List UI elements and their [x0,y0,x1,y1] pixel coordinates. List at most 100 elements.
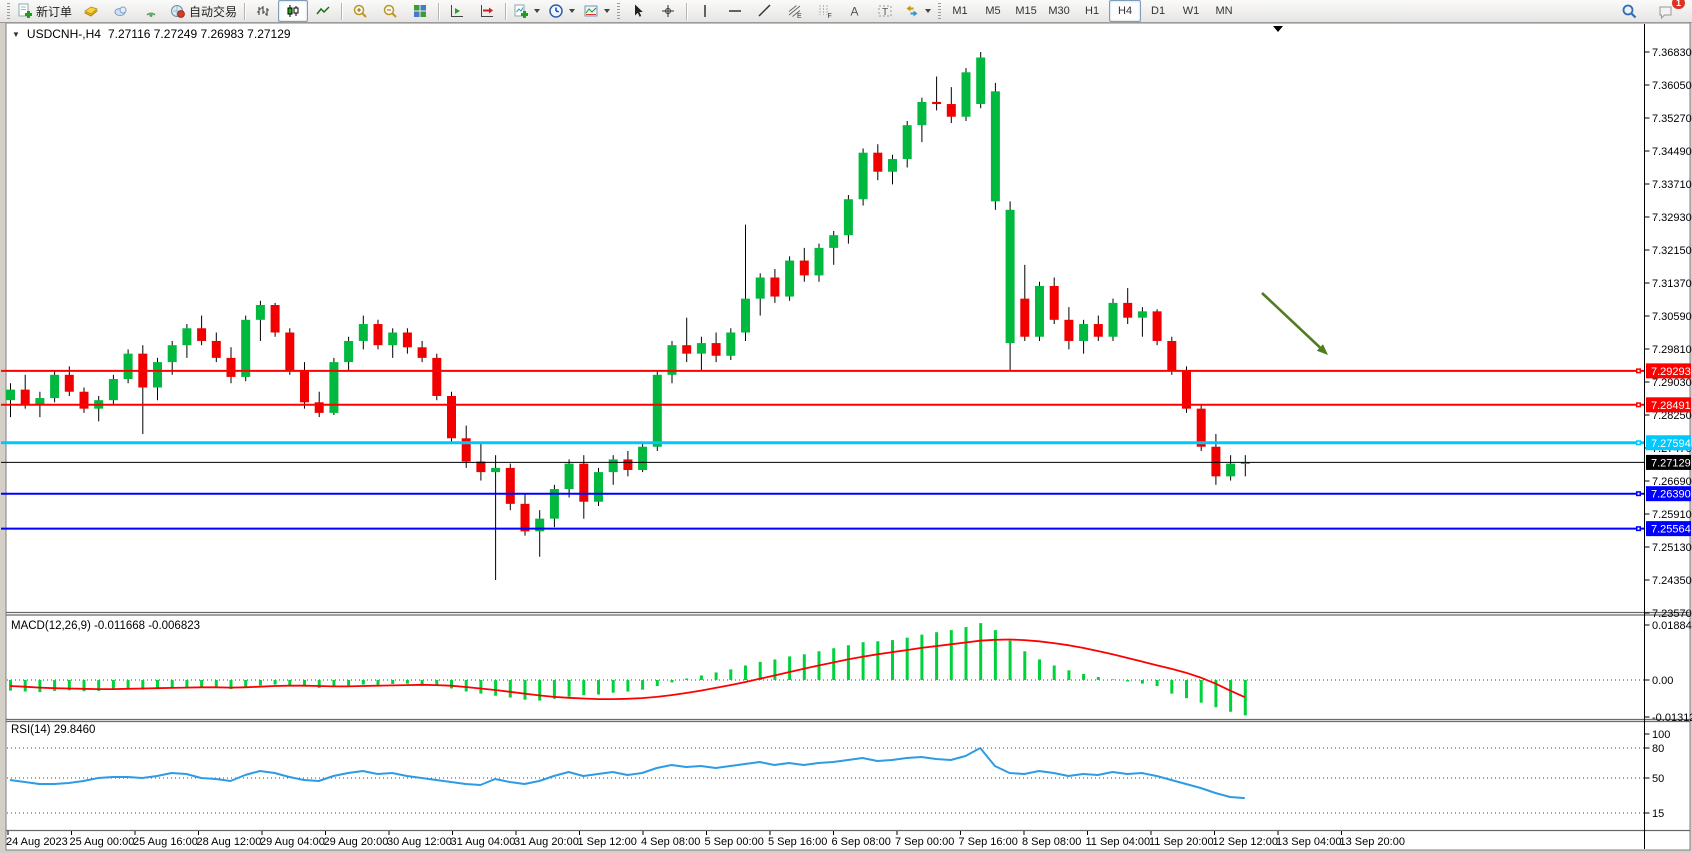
macd-axis-label: 0.01884 [1652,620,1692,632]
trendline-button[interactable] [750,0,780,22]
candle-body-down [462,438,471,461]
macd-axis: 0.01884 0.00 -0.01312 [1645,620,1692,724]
text-tool-button[interactable]: A [840,0,870,22]
candle-body-up [256,305,265,320]
candle-body-up [344,341,353,362]
current-price-line-price-label: 7.27129 [1651,457,1691,469]
toolbar-grip[interactable] [617,3,620,20]
autotrading-button[interactable]: 自动交易 [166,0,241,22]
candle-body-up [329,362,338,413]
timeframe-button-M15[interactable]: M15 [1010,0,1042,22]
rsi-line [10,748,1245,798]
market-watch-button[interactable] [76,0,106,22]
timeframe-button-H1[interactable]: H1 [1076,0,1108,22]
macd-axis-label: -0.01312 [1652,712,1692,724]
timeframe-button-M1[interactable]: M1 [944,0,976,22]
crosshair-button[interactable] [653,0,683,22]
zoom-in-button[interactable] [345,0,375,22]
candle-body-up [888,159,897,172]
macd-axis-label: 0.00 [1652,675,1673,687]
candle-body-down [1197,409,1206,447]
zoom-out-button[interactable] [375,0,405,22]
signals-button[interactable] [136,0,166,22]
horizontal-line-button[interactable] [720,0,750,22]
horizontal-line-icon [727,3,743,19]
resistance-line-1-price-label: 7.29293 [1651,366,1691,378]
trendline-icon [757,3,773,19]
support-line-2-handle[interactable] [1636,526,1641,531]
candle-body-up [903,125,912,159]
mt4-application: { "toolbar": { "new_order_label": "新订单",… [0,0,1692,853]
pivot-line-handle[interactable] [1636,440,1641,445]
horizontal-line-objects: 7.292937.284917.275947.271297.263907.255… [1,363,1691,536]
auto-scroll-button[interactable] [442,0,472,22]
bar-chart-button[interactable] [248,0,278,22]
line-chart-button[interactable] [308,0,338,22]
search-button[interactable] [1614,0,1644,22]
support-line-1-price-label: 7.26390 [1651,489,1691,501]
time-axis-label: 5 Sep 00:00 [705,836,764,848]
support-line-1-handle[interactable] [1636,491,1641,496]
chart-canvas[interactable]: 7.368307.360507.352707.344907.337107.329… [0,0,1692,853]
timeframe-button-H4[interactable]: H4 [1109,0,1141,22]
candle-body-down [374,324,383,345]
tile-windows-button[interactable] [405,0,435,22]
current-price-line-price-tag [1646,455,1691,470]
candle-body-up [109,379,118,400]
metaeditor-button[interactable] [106,0,136,22]
candle-body-up [976,58,985,105]
new-chart-button[interactable] [509,0,544,22]
candle-body-up [594,472,603,502]
toolbar-grip[interactable] [7,3,10,20]
window-marker-icon [1273,26,1283,32]
cursor-icon [630,3,646,19]
dropdown-caret-icon [569,9,575,13]
candle-body-up [726,333,735,356]
fibonacci-button[interactable]: E [780,0,810,22]
templates-button[interactable] [579,0,614,22]
time-axis: 24 Aug 202325 Aug 00:0025 Aug 16:0028 Au… [6,831,1405,848]
candle-body-up [829,235,838,248]
price-axis-label: 7.27470 [1652,443,1692,455]
candle-body-down [80,392,89,409]
timeframe-button-MN[interactable]: MN [1208,0,1240,22]
vertical-line-icon [697,3,713,19]
fibonacci-icon: E [787,3,803,19]
arrows-tool-button[interactable] [900,0,935,22]
candle-body-down [315,402,324,413]
candle-body-down [1050,286,1059,320]
new-order-button[interactable]: 新订单 [13,0,76,22]
timeframe-button-D1[interactable]: D1 [1142,0,1174,22]
candle-body-down [623,459,632,470]
candle-body-up [359,324,368,341]
candle-body-down [932,102,941,104]
rsi-indicator-label: RSI(14) 29.8460 [11,724,95,736]
dropdown-caret-icon [925,9,931,13]
timeframe-button-W1[interactable]: W1 [1175,0,1207,22]
candle-body-down [521,504,530,532]
resistance-line-2-handle[interactable] [1636,402,1641,407]
vertical-line-button[interactable] [690,0,720,22]
candlestick-icon [285,3,301,19]
toolbar-grip[interactable] [938,3,941,20]
bar-chart-icon [255,3,271,19]
drawn-arrow-object[interactable] [1262,293,1328,355]
main-toolbar: 新订单 自动交易 [0,0,1692,23]
cycle-lines-button[interactable]: F [810,0,840,22]
chart-menu-icon[interactable]: ▼ [12,30,20,39]
autotrading-icon [170,3,186,19]
chart-shift-button[interactable] [472,0,502,22]
time-axis-label: 4 Sep 08:00 [641,836,700,848]
candle-body-down [712,343,721,356]
cursor-button[interactable] [623,0,653,22]
resistance-line-1-handle[interactable] [1636,368,1641,373]
candlestick-chart-button[interactable] [278,0,308,22]
notifications-button[interactable]: 1 [1650,0,1680,22]
timeframe-button-M5[interactable]: M5 [977,0,1009,22]
text-label-button[interactable]: T [870,0,900,22]
arrow-shaft[interactable] [1262,293,1320,348]
clock-icon [548,3,564,19]
timeframe-button-M30[interactable]: M30 [1043,0,1075,22]
candle-body-up [785,261,794,297]
periods-button[interactable] [544,0,579,22]
